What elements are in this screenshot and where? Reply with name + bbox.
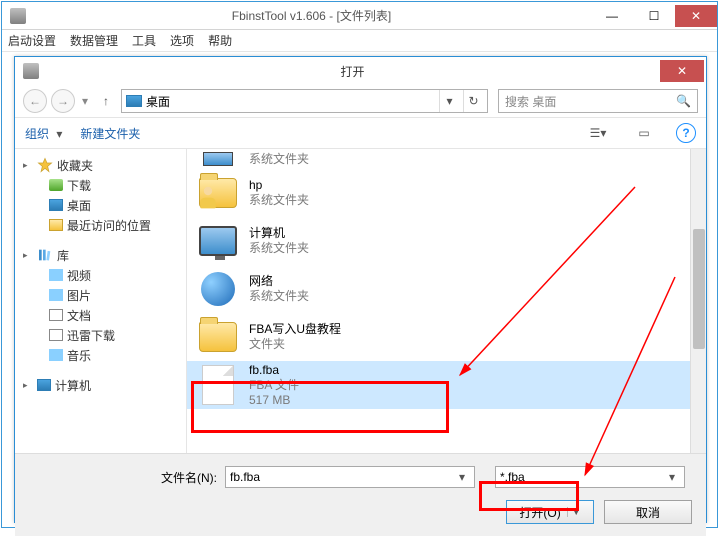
favorites-icon (37, 157, 53, 173)
open-file-dialog: 打开 ✕ ← → ▾ ↑ 桌面 ▾ ↻ 搜索 桌面 🔍 组织 ▾ 新 (14, 56, 707, 523)
list-item[interactable]: hp系统文件夹 (187, 169, 706, 217)
chevron-down-icon[interactable]: ▾ (454, 470, 470, 484)
dialog-title: 打开 (45, 63, 660, 80)
preview-pane-button[interactable]: ▭ (630, 122, 658, 144)
open-button[interactable]: 打开(O)▼ (506, 500, 594, 524)
menu-item[interactable]: 帮助 (208, 32, 232, 49)
location-bar[interactable]: 桌面 ▾ ↻ (121, 89, 488, 113)
location-text: 桌面 (146, 93, 170, 110)
maximize-button[interactable]: ☐ (633, 5, 675, 27)
tree-item-thunder[interactable]: 迅雷下载 (19, 325, 182, 345)
desktop-icon (126, 95, 142, 107)
filename-label: 文件名(N): (157, 469, 217, 486)
video-icon (49, 269, 63, 281)
menu-item[interactable]: 数据管理 (70, 32, 118, 49)
menu-item[interactable]: 工具 (132, 32, 156, 49)
download-icon (49, 179, 63, 191)
nav-history-dropdown[interactable]: ▾ (79, 94, 91, 108)
app-close-button[interactable]: ✕ (675, 5, 717, 27)
list-item[interactable]: FBA写入U盘教程文件夹 (187, 313, 706, 361)
cancel-button[interactable]: 取消 (604, 500, 692, 524)
location-dropdown[interactable]: ▾ (439, 90, 459, 112)
computer-icon (37, 379, 51, 391)
menu-item[interactable]: 启动设置 (8, 32, 56, 49)
list-item[interactable]: 计算机系统文件夹 (187, 217, 706, 265)
minimize-button[interactable]: — (591, 5, 633, 27)
tree-item-downloads[interactable]: 下载 (19, 175, 182, 195)
tree-item-videos[interactable]: 视频 (19, 265, 182, 285)
tree-item-pictures[interactable]: 图片 (19, 285, 182, 305)
file-list: 系统文件夹 hp系统文件夹 计算机系统文件夹 网络系统文件夹 FBA写入U盘教程… (187, 149, 706, 453)
app-titlebar: FbinstTool v1.606 - [文件列表] — ☐ ✕ (2, 2, 717, 30)
recent-icon (49, 219, 63, 231)
tree-item-music[interactable]: 音乐 (19, 345, 182, 365)
document-icon (49, 309, 63, 321)
nav-back-button[interactable]: ← (23, 89, 47, 113)
dialog-titlebar: 打开 ✕ (15, 57, 706, 85)
search-input[interactable]: 搜索 桌面 🔍 (498, 89, 698, 113)
menu-item[interactable]: 选项 (170, 32, 194, 49)
desktop-icon (49, 199, 63, 211)
app-title: FbinstTool v1.606 - [文件列表] (32, 7, 591, 24)
list-item-selected[interactable]: fb.fba FBA 文件 517 MB (187, 361, 706, 409)
search-icon: 🔍 (676, 94, 691, 108)
new-folder-button[interactable]: 新建文件夹 (80, 125, 140, 142)
tree-favorites[interactable]: ▸ 收藏夹 (19, 155, 182, 175)
view-mode-button[interactable]: ☰ ▾ (584, 122, 612, 144)
app-menubar: 启动设置 数据管理 工具 选项 帮助 (2, 30, 717, 52)
dialog-icon (23, 63, 39, 79)
tree-item-documents[interactable]: 文档 (19, 305, 182, 325)
folder-tree: ▸ 收藏夹 下载 桌面 最近访问的位置 ▸ (15, 149, 187, 453)
search-placeholder: 搜索 桌面 (505, 93, 556, 110)
list-item[interactable]: 系统文件夹 (187, 151, 706, 169)
libraries-icon (37, 247, 53, 263)
tree-item-recent[interactable]: 最近访问的位置 (19, 215, 182, 235)
tree-item-desktop[interactable]: 桌面 (19, 195, 182, 215)
picture-icon (49, 289, 63, 301)
music-icon (49, 349, 63, 361)
file-filter-dropdown[interactable]: *.fba ▾ (495, 466, 685, 488)
refresh-button[interactable]: ↻ (463, 90, 483, 112)
app-icon (10, 8, 26, 24)
chevron-down-icon[interactable]: ▾ (664, 470, 680, 484)
dialog-close-button[interactable]: ✕ (660, 60, 704, 82)
filename-input[interactable]: fb.fba ▾ (225, 466, 475, 488)
nav-up-button[interactable]: ↑ (95, 90, 117, 112)
tree-libraries[interactable]: ▸ 库 (19, 245, 182, 265)
tree-computer[interactable]: ▸ 计算机 (19, 375, 182, 395)
list-item[interactable]: 网络系统文件夹 (187, 265, 706, 313)
nav-forward-button[interactable]: → (51, 89, 75, 113)
help-button[interactable]: ? (676, 123, 696, 143)
scrollbar[interactable] (690, 149, 706, 453)
organize-button[interactable]: 组织 ▾ (25, 125, 62, 142)
thunder-icon (49, 329, 63, 341)
